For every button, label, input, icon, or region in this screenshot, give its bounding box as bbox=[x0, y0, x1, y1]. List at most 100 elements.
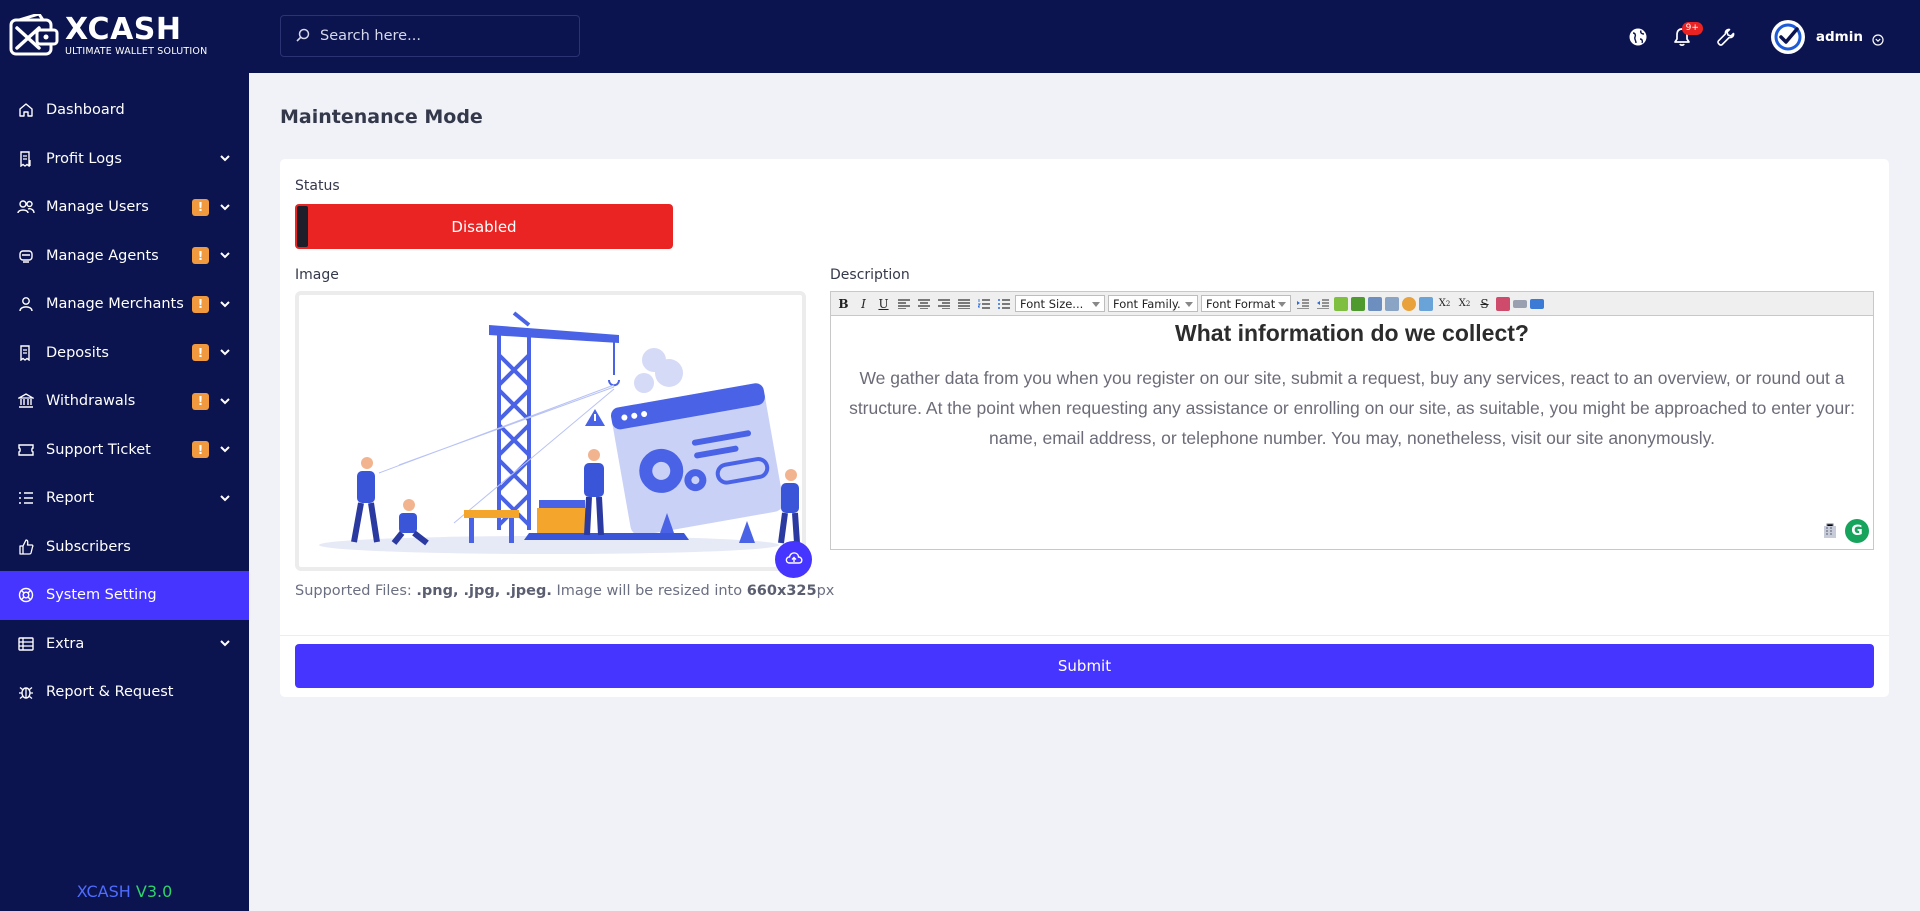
content-heading: What information do we collect? bbox=[1175, 320, 1529, 346]
smiley-icon[interactable] bbox=[1402, 296, 1416, 311]
font-format-select[interactable]: Font Format bbox=[1201, 295, 1291, 312]
chevron-down-icon bbox=[219, 492, 231, 504]
maintenance-form-card: Status Disabled Image Supported Files: .… bbox=[280, 159, 1889, 697]
horizontal-rule-icon[interactable] bbox=[1513, 299, 1527, 308]
remove-format-icon[interactable] bbox=[1496, 296, 1510, 311]
align-left-icon[interactable] bbox=[895, 295, 912, 312]
cloud-upload-icon bbox=[785, 550, 803, 569]
warning-badge: ! bbox=[192, 295, 209, 313]
sidebar-item-manage-users[interactable]: Manage Users ! bbox=[0, 183, 249, 232]
unlink-icon[interactable] bbox=[1385, 296, 1399, 311]
search-box bbox=[280, 15, 580, 57]
editor-toolbar: B I U Font Size... Font Family. Font For… bbox=[831, 292, 1873, 316]
bell-icon[interactable]: 9+ bbox=[1671, 21, 1703, 48]
chevron-down-icon bbox=[219, 347, 231, 359]
sidebar: XCASH ULTIMATE WALLET SOLUTION Dashboard… bbox=[0, 0, 249, 911]
version-number: V3.0 bbox=[135, 882, 173, 901]
submit-button[interactable]: Submit bbox=[295, 644, 1874, 688]
unordered-list-icon[interactable] bbox=[995, 295, 1012, 312]
bug-icon bbox=[17, 683, 35, 701]
page-title: Maintenance Mode bbox=[280, 106, 483, 128]
chevron-down-icon bbox=[219, 153, 231, 165]
sidebar-item-label: Report & Request bbox=[46, 684, 174, 701]
sidebar-item-label: Support Ticket bbox=[46, 441, 151, 458]
sidebar-item-system-setting[interactable]: System Setting bbox=[0, 571, 249, 620]
subscript-icon[interactable]: X2 bbox=[1436, 295, 1453, 312]
topbar-actions: 9+ admin bbox=[1627, 0, 1920, 73]
app-version: XCASH V3.0 bbox=[0, 882, 249, 901]
font-size-select[interactable]: Font Size... bbox=[1015, 295, 1105, 312]
divider bbox=[280, 635, 1889, 636]
chevron-down-icon bbox=[219, 201, 231, 213]
sidebar-item-withdrawals[interactable]: Withdrawals ! bbox=[0, 377, 249, 426]
sidebar-item-dashboard[interactable]: Dashboard bbox=[0, 86, 249, 135]
sidebar-item-label: Subscribers bbox=[46, 538, 131, 555]
status-toggle[interactable]: Disabled bbox=[295, 204, 673, 249]
strikethrough-icon[interactable]: S bbox=[1476, 295, 1493, 312]
sidebar-item-support-ticket[interactable]: Support Ticket ! bbox=[0, 426, 249, 475]
description-label: Description bbox=[830, 267, 910, 283]
supported-files-note: Supported Files: .png, .jpg, .jpeg. Imag… bbox=[295, 583, 834, 599]
status-label: Status bbox=[295, 178, 340, 194]
status-toggle-text: Disabled bbox=[451, 217, 517, 236]
receipt-icon bbox=[17, 150, 35, 168]
insert-image-icon[interactable] bbox=[1334, 296, 1348, 311]
avatar bbox=[1770, 19, 1805, 54]
sidebar-item-label: Manage Users bbox=[46, 199, 149, 216]
sidebar-item-manage-agents[interactable]: Manage Agents ! bbox=[0, 232, 249, 281]
wrench-icon[interactable] bbox=[1715, 26, 1737, 48]
users-icon bbox=[17, 198, 35, 216]
sidebar-item-label: Deposits bbox=[46, 344, 109, 361]
warning-badge: ! bbox=[192, 344, 209, 362]
globe-icon[interactable] bbox=[1627, 26, 1649, 48]
logo[interactable]: XCASH ULTIMATE WALLET SOLUTION bbox=[0, 0, 249, 73]
ordered-list-icon[interactable] bbox=[975, 295, 992, 312]
sidebar-item-profit-logs[interactable]: Profit Logs bbox=[0, 135, 249, 184]
indent-icon[interactable] bbox=[1294, 295, 1311, 312]
grammarly-icon[interactable]: G bbox=[1845, 519, 1869, 543]
supported-prefix: Supported Files: bbox=[295, 583, 412, 599]
bold-button[interactable]: B bbox=[835, 295, 852, 312]
link-icon[interactable] bbox=[1368, 296, 1382, 311]
image-preview bbox=[295, 291, 806, 571]
sidebar-item-subscribers[interactable]: Subscribers bbox=[0, 523, 249, 572]
sidebar-item-report[interactable]: Report bbox=[0, 474, 249, 523]
notification-badge: 9+ bbox=[1681, 21, 1703, 35]
chevron-down-icon bbox=[219, 298, 231, 310]
image-label: Image bbox=[295, 267, 339, 283]
list-icon bbox=[17, 489, 35, 507]
superscript-icon[interactable]: X2 bbox=[1456, 295, 1473, 312]
supported-size: 660x325 bbox=[746, 583, 817, 599]
chevron-down-icon bbox=[219, 444, 231, 456]
chevron-down-icon bbox=[219, 250, 231, 262]
search-input[interactable] bbox=[320, 28, 560, 44]
sidebar-item-extra[interactable]: Extra bbox=[0, 620, 249, 669]
html-source-icon[interactable] bbox=[1530, 298, 1544, 309]
underline-button[interactable]: U bbox=[875, 295, 892, 312]
italic-button[interactable]: I bbox=[855, 295, 872, 312]
wallet-logo-icon bbox=[9, 11, 63, 60]
ticket-icon bbox=[17, 441, 35, 459]
editor-content[interactable]: What information do we collect? We gathe… bbox=[831, 316, 1873, 457]
sidebar-item-deposits[interactable]: Deposits ! bbox=[0, 329, 249, 378]
upload-icon[interactable] bbox=[1351, 296, 1365, 311]
user-name: admin bbox=[1815, 28, 1863, 45]
outdent-icon[interactable] bbox=[1314, 295, 1331, 312]
align-right-icon[interactable] bbox=[935, 295, 952, 312]
sidebar-item-report-request[interactable]: Report & Request bbox=[0, 668, 249, 717]
bank-icon bbox=[17, 392, 35, 410]
home-icon bbox=[17, 101, 35, 119]
supported-types: .png, .jpg, .jpeg. bbox=[416, 583, 552, 599]
warning-badge: ! bbox=[192, 392, 209, 410]
building-icon[interactable] bbox=[1823, 523, 1837, 539]
sidebar-item-label: System Setting bbox=[46, 587, 157, 604]
align-justify-icon[interactable] bbox=[955, 295, 972, 312]
supported-unit: px bbox=[816, 583, 835, 599]
sidebar-item-manage-merchants[interactable]: Manage Merchants ! bbox=[0, 280, 249, 329]
upload-image-button[interactable] bbox=[775, 541, 812, 578]
maintenance-illustration bbox=[319, 311, 800, 554]
image-icon[interactable] bbox=[1419, 296, 1433, 311]
user-menu[interactable]: admin bbox=[1770, 19, 1884, 54]
font-family-select[interactable]: Font Family. bbox=[1108, 295, 1198, 312]
align-center-icon[interactable] bbox=[915, 295, 932, 312]
